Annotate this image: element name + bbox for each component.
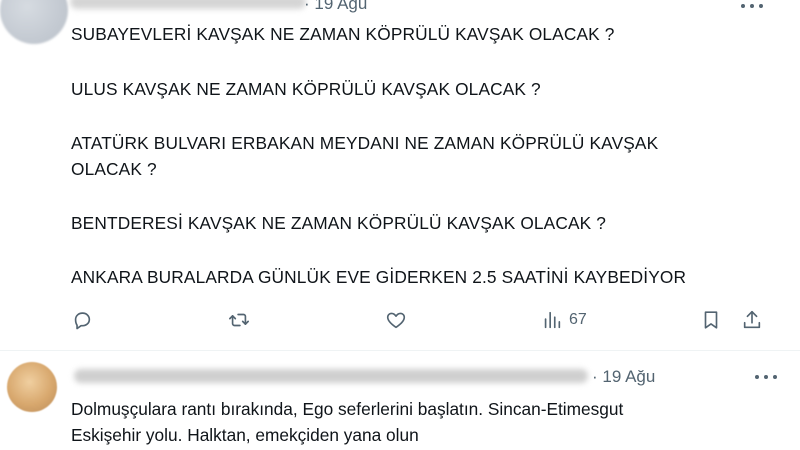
tweet-text-line: ANKARA BURALARDA GÜNLÜK EVE GİDERKEN 2.5… xyxy=(71,267,687,287)
tweet-text-line: Dolmuşçulara rantı bırakında, Ego seferl… xyxy=(71,399,624,419)
bookmark-icon xyxy=(704,311,718,329)
like-button[interactable] xyxy=(385,309,407,331)
reply-icon xyxy=(74,312,91,330)
avatar[interactable] xyxy=(0,0,68,44)
tweet-text-line: ULUS KAVŞAK NE ZAMAN KÖPRÜLÜ KAVŞAK OLAC… xyxy=(71,79,541,99)
views-button[interactable]: 67 xyxy=(541,309,587,331)
more-options-icon[interactable] xyxy=(755,373,777,381)
tweet-text-line: BENTDERESİ KAVŞAK NE ZAMAN KÖPRÜLÜ KAVŞA… xyxy=(71,213,607,233)
author-name-blurred[interactable] xyxy=(70,0,306,9)
more-options-icon[interactable] xyxy=(741,2,763,10)
views-chart-icon xyxy=(544,311,561,329)
heart-icon xyxy=(386,312,406,329)
tweet-text-line: SUBAYEVLERİ KAVŞAK NE ZAMAN KÖPRÜLÜ KAVŞ… xyxy=(71,24,615,44)
retweet-icon xyxy=(229,313,249,327)
tweet-text-line: OLACAK ? xyxy=(71,159,157,179)
divider xyxy=(0,350,800,351)
reply-button[interactable] xyxy=(71,309,93,331)
share-button[interactable] xyxy=(741,309,763,331)
author-name-blurred[interactable] xyxy=(74,369,588,383)
tweet-date[interactable]: · 19 Ağu xyxy=(304,0,367,14)
share-icon xyxy=(743,310,761,329)
views-count: 67 xyxy=(569,311,587,328)
retweet-button[interactable] xyxy=(228,309,250,331)
bookmark-button[interactable] xyxy=(700,309,722,331)
avatar[interactable] xyxy=(7,362,57,412)
tweet-text-line: Eskişehir yolu. Halktan, emekçiden yana … xyxy=(71,425,419,445)
tweet-date[interactable]: · 19 Ağu xyxy=(592,367,655,387)
tweet-text-line: ATATÜRK BULVARI ERBAKAN MEYDANI NE ZAMAN… xyxy=(71,133,659,153)
